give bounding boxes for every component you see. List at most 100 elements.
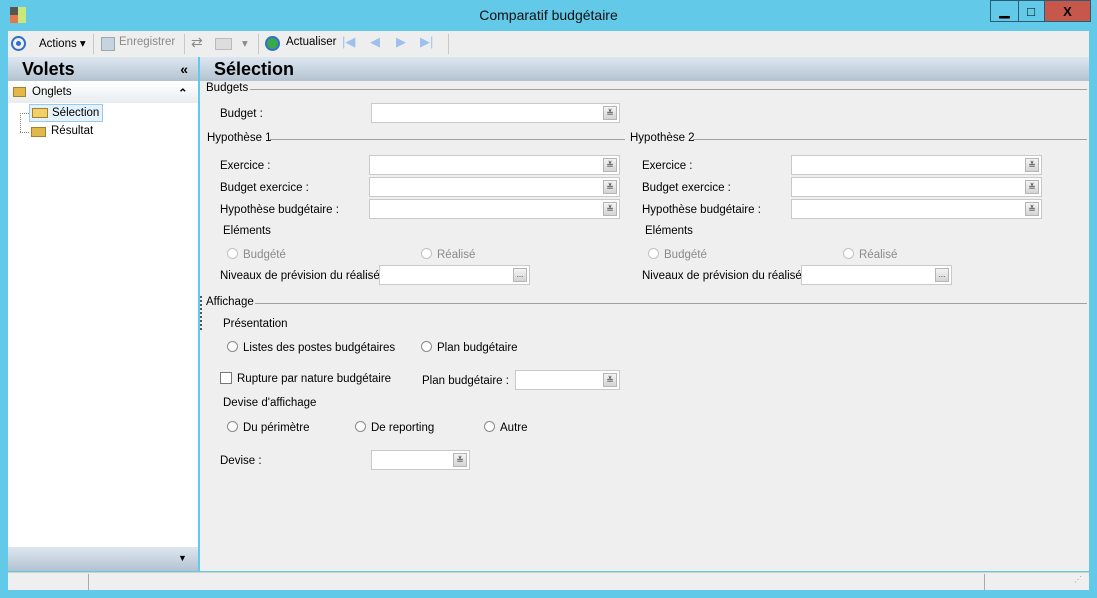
- minimize-button[interactable]: ▁: [990, 0, 1019, 22]
- hypothese1-group-label: Hypothèse 1: [207, 132, 272, 144]
- separator: [258, 34, 259, 54]
- hyp1-hypothese-combo[interactable]: ≚: [369, 199, 620, 219]
- dropdown-icon[interactable]: ≚: [603, 373, 617, 387]
- hyp2-niveaux-field[interactable]: ...: [801, 265, 952, 285]
- dropdown-icon[interactable]: ≚: [603, 202, 617, 216]
- reporting-radio[interactable]: De reporting: [355, 421, 434, 434]
- print-icon[interactable]: [215, 38, 232, 50]
- dropdown-icon[interactable]: ≚: [1025, 202, 1039, 216]
- main-title: Sélection: [214, 59, 295, 79]
- resize-grip-icon[interactable]: ⋰: [1074, 575, 1082, 584]
- hyp1-budgete-radio[interactable]: Budgété: [227, 248, 286, 261]
- status-divider: [88, 574, 89, 590]
- exercice-label: Exercice :: [220, 160, 271, 172]
- budget-exercice-label: Budget exercice :: [220, 182, 309, 194]
- tree-line: [20, 132, 29, 133]
- radio-label: Du périmètre: [243, 422, 310, 434]
- elements-label: Eléments: [223, 225, 271, 237]
- radio-label: Réalisé: [437, 249, 476, 261]
- dropdown-icon[interactable]: ≚: [603, 158, 617, 172]
- print-dropdown-icon[interactable]: ▾: [242, 36, 248, 50]
- dropdown-icon[interactable]: ≚: [603, 106, 617, 120]
- separator: [184, 34, 185, 54]
- onglets-section-header[interactable]: Onglets ⌃: [8, 82, 198, 103]
- budget-label: Budget :: [220, 108, 263, 120]
- autre-radio[interactable]: Autre: [484, 421, 528, 434]
- hyp1-niveaux-field[interactable]: ...: [379, 265, 530, 285]
- radio-icon: [227, 341, 238, 352]
- previous-record-icon[interactable]: ◀: [370, 34, 380, 50]
- sidebar-header: Volets «: [8, 57, 198, 81]
- radio-icon: [421, 341, 432, 352]
- hypothese-budgetaire-label: Hypothèse budgétaire :: [642, 204, 761, 216]
- tree-item-label: Résultat: [51, 125, 94, 137]
- open-folder-icon: [32, 108, 48, 118]
- collapse-section-icon[interactable]: ⌃: [178, 86, 188, 100]
- hyp1-exercice-combo[interactable]: ≚: [369, 155, 620, 175]
- maximize-button[interactable]: □: [1018, 0, 1045, 22]
- divider: [270, 139, 625, 140]
- hyp2-hypothese-combo[interactable]: ≚: [791, 199, 1042, 219]
- close-button[interactable]: X: [1045, 0, 1091, 22]
- save-button[interactable]: Enregistrer: [119, 36, 175, 48]
- window-title: Comparatif budgétaire: [479, 7, 618, 23]
- devise-label: Devise :: [220, 455, 262, 467]
- last-record-icon[interactable]: ▶|: [420, 34, 433, 50]
- divider: [250, 89, 1087, 90]
- hyp1-budget-exercice-combo[interactable]: ≚: [369, 177, 620, 197]
- next-record-icon[interactable]: ▶: [396, 34, 406, 50]
- radio-label: Budgété: [664, 249, 707, 261]
- radio-icon: [648, 248, 659, 259]
- folder-icon: [13, 87, 26, 97]
- hyp1-realise-radio[interactable]: Réalisé: [421, 248, 475, 261]
- ellipsis-button[interactable]: ...: [935, 268, 949, 282]
- actions-menu[interactable]: Actions ▾: [39, 36, 86, 50]
- niveaux-label: Niveaux de prévision du réalisé :: [642, 270, 809, 282]
- hyp2-budget-exercice-combo[interactable]: ≚: [791, 177, 1042, 197]
- listes-radio[interactable]: Listes des postes budgétaires: [227, 341, 395, 354]
- section-label: Onglets: [32, 86, 72, 98]
- sidebar-menu-arrow-icon[interactable]: ▼: [178, 553, 187, 563]
- budget-combo[interactable]: ≚: [371, 103, 620, 123]
- refresh-icon: [265, 36, 280, 51]
- refresh-button[interactable]: Actualiser: [286, 36, 337, 48]
- toolbar: Actions ▾ Enregistrer ⇄ ▾ Actualiser |◀ …: [8, 31, 1089, 57]
- main-header: Sélection: [200, 57, 1089, 81]
- app-menu-icon[interactable]: [11, 36, 26, 51]
- checkbox-icon: [220, 372, 232, 384]
- dropdown-icon[interactable]: ≚: [603, 180, 617, 194]
- dropdown-icon[interactable]: ≚: [1025, 158, 1039, 172]
- hyp2-exercice-combo[interactable]: ≚: [791, 155, 1042, 175]
- sync-icon[interactable]: ⇄: [191, 34, 203, 51]
- radio-icon: [355, 421, 366, 432]
- tree-item-resultat[interactable]: Résultat: [29, 123, 103, 141]
- collapse-sidebar-button[interactable]: «: [180, 57, 188, 81]
- actions-label: Actions: [39, 38, 77, 50]
- plan-radio[interactable]: Plan budgétaire: [421, 341, 518, 354]
- elements-label: Eléments: [645, 225, 693, 237]
- separator: [448, 34, 449, 54]
- rupture-checkbox[interactable]: Rupture par nature budgétaire: [220, 372, 391, 385]
- hyp2-budgete-radio[interactable]: Budgété: [648, 248, 707, 261]
- tree-item-label: Sélection: [52, 107, 100, 119]
- plan-budgetaire-label: Plan budgétaire :: [422, 375, 509, 387]
- maximize-icon: □: [1027, 3, 1035, 19]
- tree-item-selection[interactable]: Sélection: [29, 104, 103, 122]
- first-record-icon[interactable]: |◀: [342, 34, 355, 50]
- hyp2-realise-radio[interactable]: Réalisé: [843, 248, 897, 261]
- folder-icon: [31, 127, 46, 137]
- presentation-label: Présentation: [223, 318, 288, 330]
- devise-combo[interactable]: ≚: [371, 450, 470, 470]
- status-divider: [984, 574, 985, 590]
- divider: [693, 139, 1087, 140]
- perimetre-radio[interactable]: Du périmètre: [227, 421, 309, 434]
- dropdown-icon[interactable]: ≚: [453, 453, 467, 467]
- close-icon: X: [1063, 3, 1072, 19]
- radio-icon: [843, 248, 854, 259]
- dropdown-icon[interactable]: ≚: [1025, 180, 1039, 194]
- radio-label: Budgété: [243, 249, 286, 261]
- checkbox-label: Rupture par nature budgétaire: [237, 373, 392, 385]
- budgets-group-label: Budgets: [206, 82, 249, 94]
- ellipsis-button[interactable]: ...: [513, 268, 527, 282]
- plan-budgetaire-combo[interactable]: ≚: [515, 370, 620, 390]
